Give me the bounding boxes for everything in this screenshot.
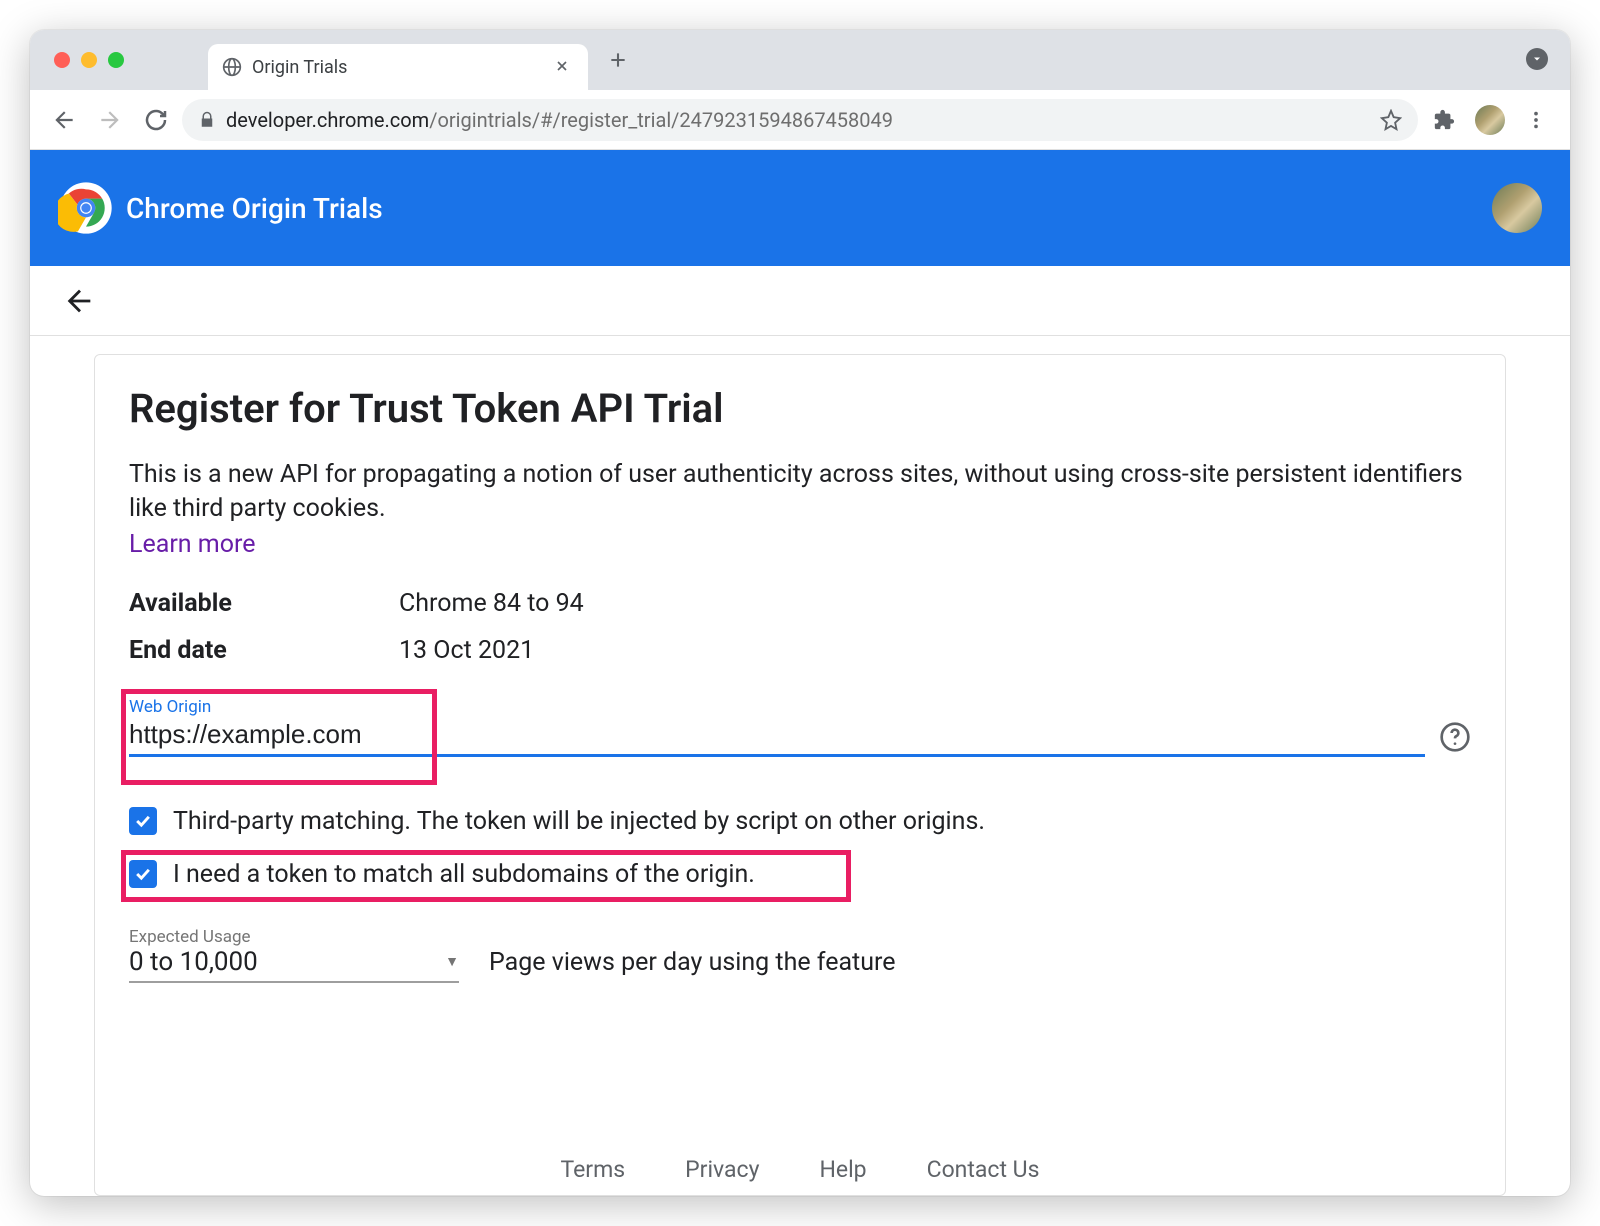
third-party-checkbox-row: Third-party matching. The token will be … — [129, 807, 1471, 836]
minimize-window-button[interactable] — [81, 52, 97, 68]
expected-usage-label: Expected Usage — [129, 927, 459, 947]
learn-more-link[interactable]: Learn more — [129, 530, 1471, 559]
kebab-icon — [1525, 109, 1547, 131]
window-controls — [54, 52, 124, 68]
end-date-value: 13 Oct 2021 — [399, 636, 534, 665]
url-bar[interactable]: developer.chrome.com/origintrials/#/regi… — [182, 99, 1418, 141]
end-date-label: End date — [129, 636, 399, 665]
arrow-left-icon — [51, 107, 77, 133]
expected-usage-description: Page views per day using the feature — [489, 948, 896, 977]
subheader — [30, 266, 1570, 336]
check-icon — [133, 864, 153, 884]
tab-overflow-button[interactable] — [1526, 48, 1548, 70]
web-origin-field[interactable]: Web Origin — [129, 697, 1425, 757]
new-tab-button[interactable] — [602, 44, 634, 80]
lock-icon — [198, 111, 216, 129]
plus-icon — [608, 50, 628, 70]
close-window-button[interactable] — [54, 52, 70, 68]
avatar-icon — [1492, 183, 1542, 233]
profile-avatar[interactable] — [1492, 183, 1542, 233]
subdomain-checkbox-row: I need a token to match all subdomains o… — [129, 860, 1471, 889]
browser-toolbar: developer.chrome.com/origintrials/#/regi… — [30, 90, 1570, 150]
footer-links: Terms Privacy Help Contact Us — [129, 1138, 1471, 1195]
web-origin-label: Web Origin — [129, 697, 1425, 717]
available-label: Available — [129, 589, 399, 618]
reload-button[interactable] — [136, 100, 176, 140]
forward-button[interactable] — [90, 100, 130, 140]
url-domain: developer.chrome.com/origintrials/#/regi… — [226, 108, 893, 132]
third-party-label: Third-party matching. The token will be … — [173, 807, 985, 836]
app-banner: Chrome Origin Trials — [30, 150, 1570, 266]
globe-icon — [222, 57, 242, 77]
browser-tab[interactable]: Origin Trials — [208, 44, 588, 90]
web-origin-input[interactable] — [129, 719, 1425, 750]
puzzle-icon — [1433, 109, 1455, 131]
page-heading: Register for Trust Token API Trial — [129, 385, 1471, 432]
dropdown-triangle-icon: ▼ — [445, 953, 459, 970]
footer-terms[interactable]: Terms — [561, 1156, 626, 1183]
content-area: Register for Trust Token API Trial This … — [30, 336, 1570, 1196]
subdomain-label: I need a token to match all subdomains o… — [173, 860, 755, 889]
profile-button[interactable] — [1470, 100, 1510, 140]
chevron-down-icon — [1531, 53, 1543, 65]
tab-strip: Origin Trials — [30, 30, 1570, 90]
page-description: This is a new API for propagating a noti… — [129, 458, 1471, 526]
footer-privacy[interactable]: Privacy — [685, 1156, 759, 1183]
footer-help[interactable]: Help — [819, 1156, 866, 1183]
registration-card: Register for Trust Token API Trial This … — [94, 354, 1506, 1196]
available-value: Chrome 84 to 94 — [399, 589, 584, 618]
close-icon — [554, 58, 570, 74]
expected-usage-value: 0 to 10,000 — [129, 947, 258, 977]
extensions-button[interactable] — [1424, 100, 1464, 140]
help-icon[interactable] — [1439, 721, 1471, 753]
third-party-checkbox[interactable] — [129, 807, 157, 835]
star-icon[interactable] — [1380, 109, 1402, 131]
chrome-logo-icon — [58, 180, 114, 236]
tab-title: Origin Trials — [252, 57, 540, 78]
avatar-icon — [1475, 105, 1505, 135]
close-tab-button[interactable] — [550, 51, 574, 83]
footer-contact[interactable]: Contact Us — [927, 1156, 1040, 1183]
page-back-button[interactable] — [62, 284, 96, 318]
browser-window: Origin Trials developer.chrome.com/origi… — [30, 30, 1570, 1196]
reload-icon — [144, 108, 168, 132]
check-icon — [133, 811, 153, 831]
app-title: Chrome Origin Trials — [126, 192, 383, 225]
arrow-right-icon — [97, 107, 123, 133]
menu-button[interactable] — [1516, 100, 1556, 140]
subdomain-checkbox[interactable] — [129, 860, 157, 888]
maximize-window-button[interactable] — [108, 52, 124, 68]
expected-usage-select[interactable]: Expected Usage 0 to 10,000 ▼ — [129, 927, 459, 983]
back-button[interactable] — [44, 100, 84, 140]
